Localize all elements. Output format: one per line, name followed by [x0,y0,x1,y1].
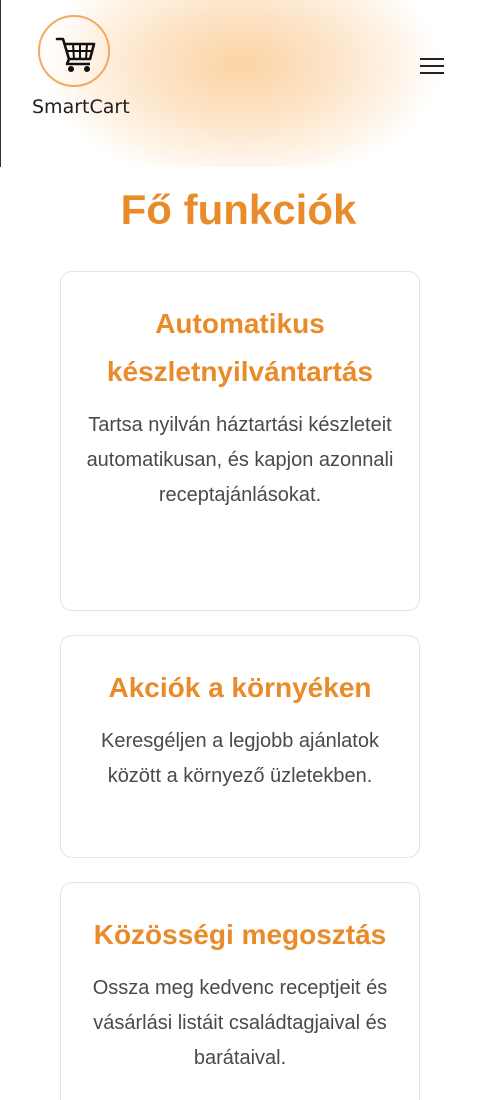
brand-name[interactable]: SmartCart [32,96,130,118]
site-header: SmartCart [0,0,477,167]
feature-card-deals: Akciók a környéken Keresgéljen a legjobb… [60,635,420,858]
feature-description: Ossza meg kedvenc receptjeit és vásárlás… [92,977,388,1069]
menu-button[interactable] [420,57,446,77]
feature-description: Tartsa nyilván háztartási készleteit aut… [86,414,394,506]
feature-title: Automatikus készletnyilvántartás [106,308,374,387]
feature-card-inventory: Automatikus készletnyilvántartás Tartsa … [60,271,420,611]
feature-card-sharing: Közösségi megosztás Ossza meg kedvenc re… [60,882,420,1100]
shopping-cart-icon [55,37,96,72]
page-title: Fő funkciók [120,186,357,233]
hamburger-menu-icon [420,58,444,60]
feature-title: Akciók a környéken [108,672,372,703]
feature-title: Közösségi megosztás [93,919,387,950]
feature-description: Keresgéljen a legjobb ajánlatok között a… [101,730,379,787]
logo[interactable] [38,15,110,87]
